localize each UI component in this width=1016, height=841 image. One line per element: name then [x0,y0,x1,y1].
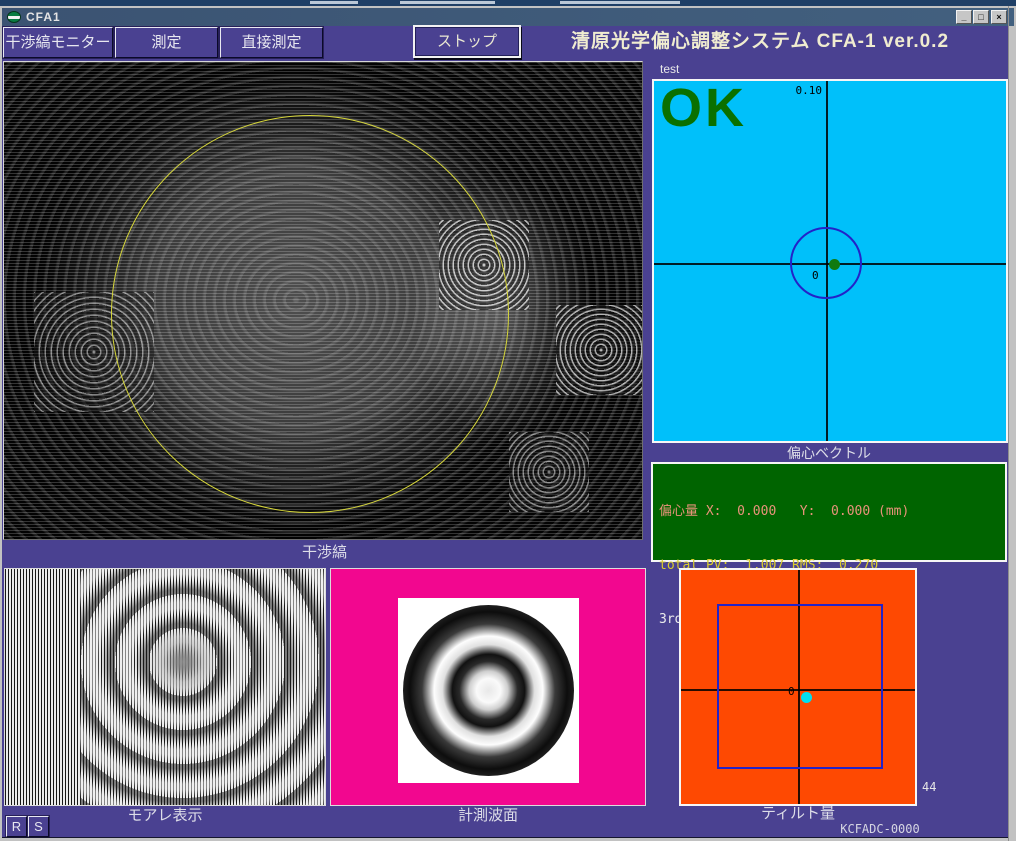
close-button[interactable]: × [991,10,1007,24]
vector-tolerance-circle [790,227,862,299]
wavefront-caption: 計測波面 [330,806,646,826]
tilt-caption: ティルト量 [679,804,917,824]
vector-origin-label: 0 [812,269,819,282]
vector-scale-label: 0.10 [772,84,822,97]
r-button[interactable]: R [6,816,27,837]
interferogram-monitor-button[interactable]: 干渉縞モニター [3,27,113,58]
tilt-graph: 0 [679,568,917,806]
window-border-bottom [2,837,1008,838]
tilt-tolerance-square [717,604,883,769]
background-window-text-fragment [310,1,358,4]
eccentricity-vector-graph: 0.10 0 OK [652,79,1008,443]
tilt-data-point [801,692,812,703]
device-id-label: KCFADC-0000 [790,822,970,836]
direct-measure-button[interactable]: 直接測定 [220,27,323,58]
wavefront-image-box [398,598,579,783]
vector-panel-caption: 偏心ベクトル [650,443,1008,463]
maximize-button[interactable]: □ [973,10,989,24]
background-window-text-fragment [400,1,495,4]
screen: CFA1 _ □ × 干渉縞モニター 測定 直接測定 ストップ 清原光学偏心調整… [0,0,1016,841]
minimize-button[interactable]: _ [956,10,972,24]
vector-panel-header: test [660,62,860,78]
wavefront-display [330,568,646,806]
app-icon [7,11,21,23]
window-titlebar[interactable]: CFA1 _ □ × [2,8,1014,26]
window-border-right [1008,6,1009,841]
aperture-circle-overlay [111,115,509,513]
result-line-eccentricity: 偏心量 X: 0.000 Y: 0.000 (mm) [659,503,999,521]
interferogram-caption: 干渉縞 [2,540,647,566]
moire-caption: モアレ表示 [4,806,326,826]
stop-button[interactable]: ストップ [413,25,521,58]
vector-data-point [829,259,840,270]
background-window-strip [0,0,1016,6]
measure-button[interactable]: 測定 [115,27,218,58]
interferogram-display [3,61,643,540]
window-title: CFA1 [26,10,61,24]
tilt-origin-label: 0 [788,685,795,698]
tilt-side-value: 44 [922,780,952,794]
background-window-text-fragment [560,1,680,4]
measurement-results-panel: 偏心量 X: 0.000 Y: 0.000 (mm) total PV: 1.0… [651,462,1007,562]
moire-display [4,568,326,806]
s-button[interactable]: S [28,816,49,837]
wavefront-fringe-rings [403,605,574,776]
app-title: 清原光学偏心調整システム CFA-1 ver.0.2 [520,26,1000,58]
status-ok-text: OK [660,81,747,135]
